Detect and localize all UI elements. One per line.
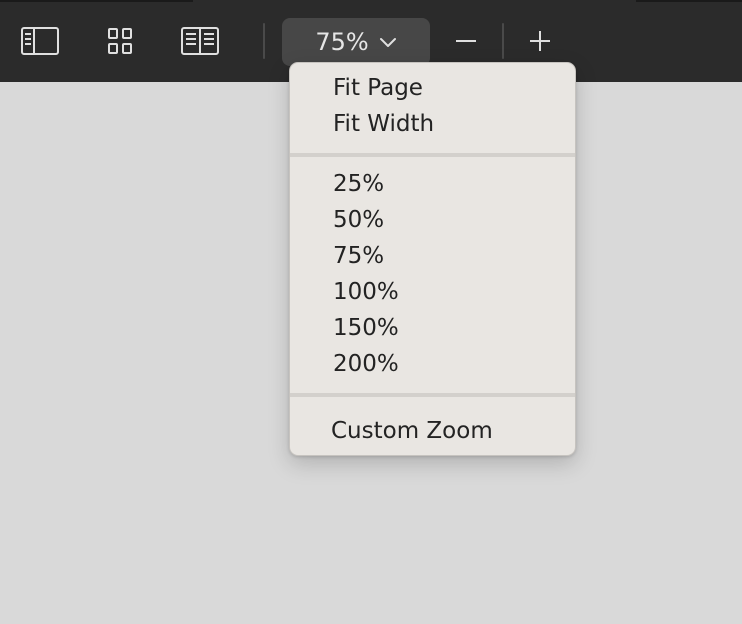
menu-item-25[interactable]: 25% — [290, 166, 575, 202]
chevron-down-icon — [379, 37, 397, 48]
toolbar-separator — [263, 23, 265, 59]
menu-item-50[interactable]: 50% — [290, 202, 575, 238]
menu-item-fit-width[interactable]: Fit Width — [290, 106, 575, 142]
two-pages-icon — [181, 27, 219, 55]
tab-strip — [0, 0, 193, 2]
zoom-in-button[interactable] — [522, 20, 558, 62]
menu-separator — [290, 393, 575, 397]
zoom-menu: Fit Page Fit Width 25% 50% 75% 100% 150%… — [289, 62, 576, 456]
menu-item-150[interactable]: 150% — [290, 310, 575, 346]
menu-item-200[interactable]: 200% — [290, 346, 575, 382]
plus-icon — [529, 30, 551, 52]
menu-separator — [290, 153, 575, 157]
menu-item-fit-page[interactable]: Fit Page — [290, 70, 575, 106]
menu-item-75[interactable]: 75% — [290, 238, 575, 274]
menu-item-100[interactable]: 100% — [290, 274, 575, 310]
contact-sheet-icon — [108, 28, 132, 54]
minus-icon — [455, 39, 477, 43]
zoom-out-button[interactable] — [448, 20, 484, 62]
zoom-value: 75% — [315, 28, 369, 56]
toolbar-separator — [502, 23, 504, 59]
tab-strip — [636, 0, 742, 2]
menu-item-custom-zoom[interactable]: Custom Zoom — [290, 413, 575, 449]
zoom-popup-button[interactable]: 75% — [282, 18, 430, 66]
sidebar-toggle-button[interactable] — [18, 20, 62, 62]
sidebar-icon — [21, 27, 59, 55]
contact-sheet-button[interactable] — [100, 20, 140, 62]
two-pages-button[interactable] — [178, 20, 222, 62]
